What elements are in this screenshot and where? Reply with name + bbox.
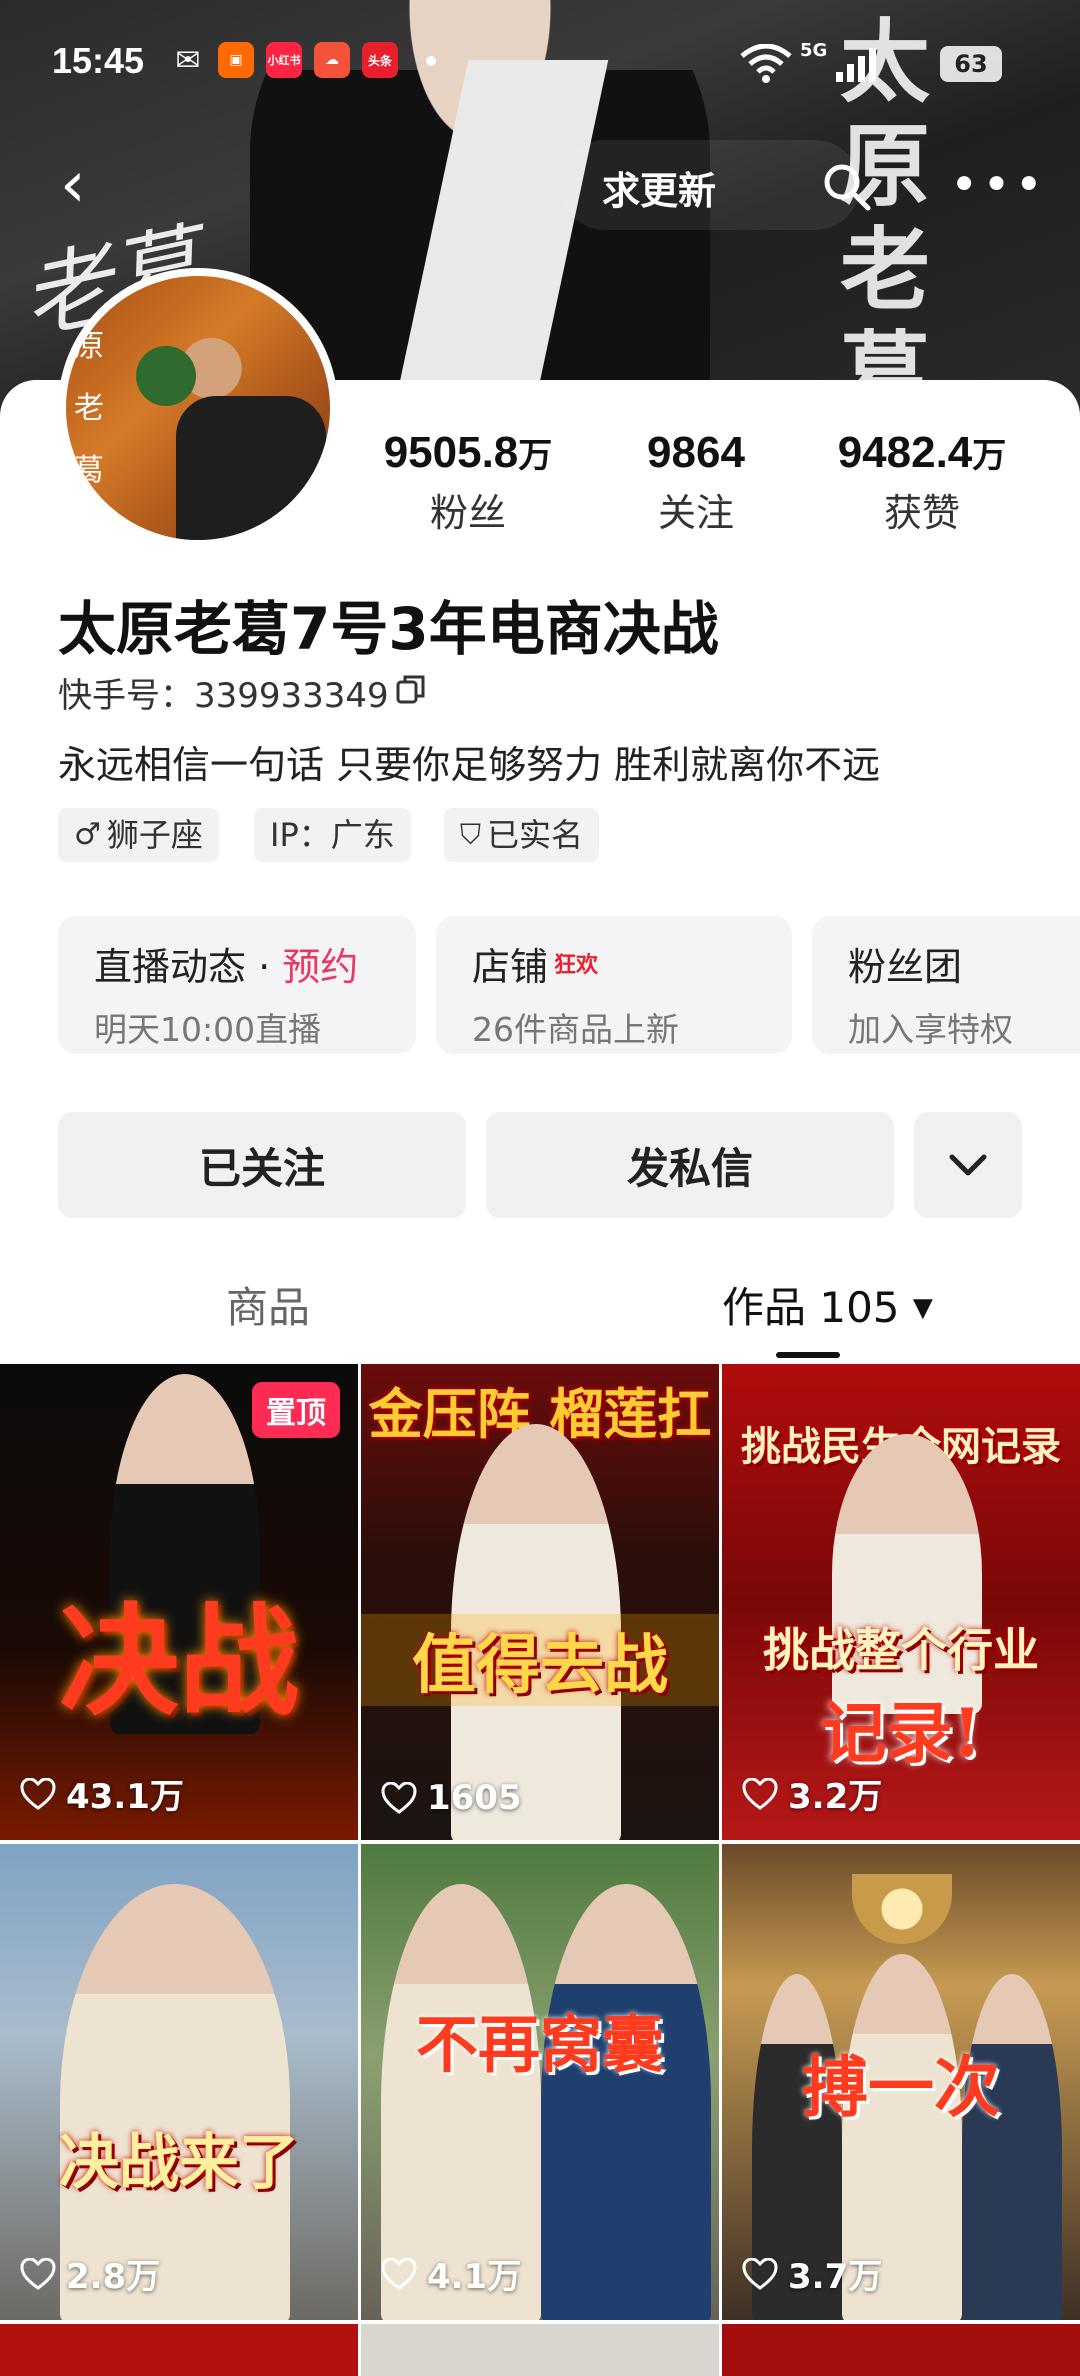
thumb-caption: 不再窝囊 [415,2008,664,2081]
wifi-icon [740,44,792,83]
more-icon[interactable]: ••• [950,161,1047,209]
fan-club-subtitle: 加入享特权 [848,1010,1013,1049]
battery-indicator: 63 [940,46,1002,82]
heart-icon [381,2257,417,2290]
live-card-subtitle: 明天10:00直播 [94,1010,322,1049]
video-thumb-partial[interactable] [722,2324,1080,2376]
heart-icon [20,1777,56,1810]
shop-card[interactable]: 店铺 狂欢 26件商品上新 [436,916,792,1054]
like-count: 3.2万 [742,1769,882,1818]
video-thumb-partial[interactable] [361,2324,719,2376]
like-count: 43.1万 [20,1769,184,1818]
kuaishou-id: 快手号：339933349 [58,676,389,716]
caret-down-icon: ▼ [912,1293,933,1323]
video-thumb[interactable]: 搏一次 3.7万 [722,1844,1080,2320]
chandelier-icon [852,1874,952,1944]
stat-following-value: 9864 [647,428,745,477]
shield-check-icon: ⛉ [460,818,482,851]
avatar-text: 原老葛 [74,329,104,488]
tab-works[interactable]: 作品 105 ▼ [722,1274,933,1335]
profile-name: 太原老葛7号3年电商决战 [58,595,719,663]
tag-zodiac: ♂ 狮子座 [58,808,219,862]
profile-bio: 永远相信一句话 只要你足够努力 胜利就离你不远 [58,743,881,787]
stat-following-label: 关注 [657,491,734,535]
video-thumb[interactable]: 决战来了 2.8万 [0,1844,358,2320]
request-update-label: 求更新 [602,169,717,213]
toutiao-icon: 头条 [362,42,398,78]
status-bar: 15:45 ✉ ▣ 小红书 ☁ 头条 5G 63 [0,0,1080,120]
thumb-caption: 搏一次 [802,2048,1000,2126]
tab-goods[interactable]: 商品 [226,1274,310,1335]
stat-fans[interactable]: 9505.8万 粉丝 [368,428,568,537]
fan-club-title: 粉丝团 [848,945,963,989]
thumb-person [962,1974,1062,2320]
expand-button[interactable] [914,1112,1022,1218]
heart-icon [381,1782,417,1814]
tag-verified[interactable]: ⛉ 已实名 [444,808,600,862]
like-count: 1605 [381,1778,522,1818]
pinned-badge: 置顶 [252,1382,340,1438]
stat-likes-value: 9482.4万 [837,428,1007,477]
signal-icon [836,48,876,82]
tag-ip: IP：广东 [254,808,411,862]
stat-fans-value: 9505.8万 [383,428,553,477]
wechat-icon: ✉ [175,42,201,78]
search-icon[interactable] [822,162,872,212]
like-count: 4.1万 [381,2249,521,2298]
shop-card-title: 店铺 狂欢 [472,945,599,989]
fan-club-card[interactable]: 粉丝团 加入享特权 [812,916,1080,1054]
video-thumb[interactable]: 置顶 决战 43.1万 [0,1364,358,1840]
tag-ip-label: IP：广东 [270,816,395,854]
dot-icon [426,56,436,66]
like-count: 3.7万 [742,2249,882,2298]
tag-verified-label: 已实名 [487,816,584,854]
tab-works-label: 作品 105 [722,1283,900,1332]
avatar-person [176,396,326,540]
message-button[interactable]: 发私信 [486,1112,894,1218]
stat-fans-label: 粉丝 [429,491,506,535]
thumb-caption-2: 记录! [820,1694,982,1772]
thumb-caption: 决战 [59,1591,299,1732]
stat-following[interactable]: 9864 关注 [596,428,796,537]
copy-icon[interactable] [396,674,426,704]
video-thumb[interactable]: 不再窝囊 4.1万 [361,1844,719,2320]
tag-zodiac-label: 狮子座 [106,816,203,854]
shop-badge: 狂欢 [554,953,599,978]
thumb-person [541,1884,711,2320]
live-card[interactable]: 直播动态 · 预约 明天10:00直播 [58,916,416,1054]
male-icon: ♂ [74,817,101,852]
status-time: 15:45 [52,40,145,81]
thumb-caption: 决战来了 [59,2128,299,2198]
tab-indicator [776,1352,840,1358]
avatar-plant [136,346,196,406]
stat-likes-label: 获赞 [883,491,960,535]
thumb-caption: 值得去战 [361,1614,719,1706]
like-count: 2.8万 [20,2249,160,2298]
xiaohongshu-icon: 小红书 [266,42,302,78]
avatar[interactable]: 原老葛 [58,268,338,548]
weather-icon: ☁ [314,42,350,78]
network-type: 5G [800,40,828,61]
video-app-icon: ▣ [218,42,254,78]
thumb-caption: 挑战整个行业 [763,1623,1039,1677]
heart-icon [742,2257,778,2290]
live-card-title: 直播动态 · 预约 [94,945,359,989]
stat-likes[interactable]: 9482.4万 获赞 [822,428,1022,537]
video-thumb[interactable]: 挑战民生全网记录 挑战整个行业 记录! 3.2万 [722,1364,1080,1840]
video-thumb-partial[interactable] [0,2324,358,2376]
heart-icon [20,2257,56,2290]
video-thumb[interactable]: 金压阵 榴莲扛 值得去战 1605 [361,1364,719,1840]
chevron-down-icon [949,1154,987,1176]
back-icon[interactable]: ‹ [60,150,120,220]
shop-card-subtitle: 26件商品上新 [472,1010,679,1049]
heart-icon [742,1777,778,1810]
followed-button[interactable]: 已关注 [58,1112,466,1218]
